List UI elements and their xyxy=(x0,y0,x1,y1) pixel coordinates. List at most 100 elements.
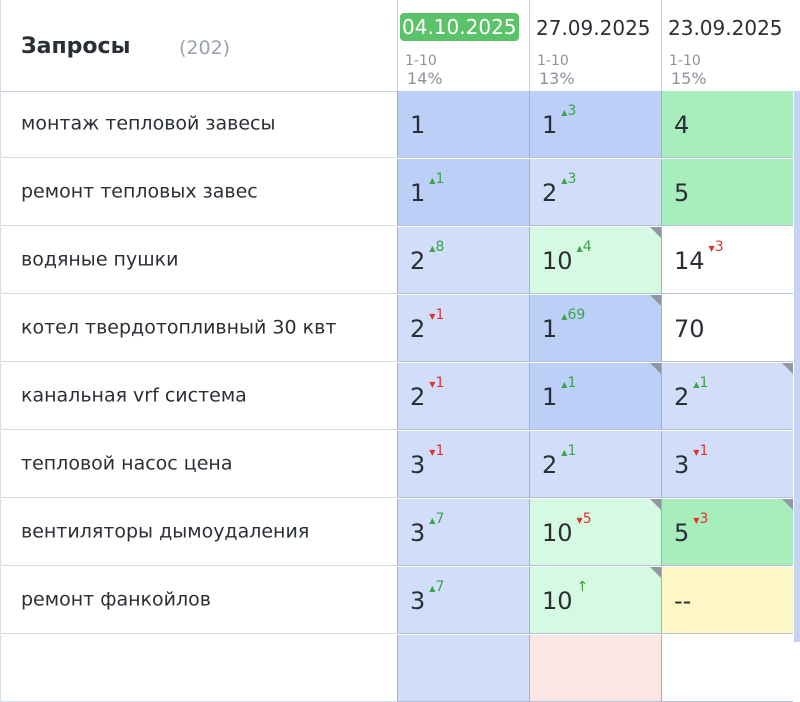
date-column-header-1[interactable]: 27.09.2025 1-10 13% xyxy=(529,0,662,92)
position-cell[interactable]: 3 ▼1 xyxy=(397,431,529,498)
table-row: канальная vrf система 2 ▼1 1 ▲1 2 ▲1 xyxy=(0,363,800,430)
query-cell[interactable]: ремонт фанкойлов xyxy=(0,567,396,634)
position-cell[interactable]: 5 ▼3 xyxy=(661,499,793,566)
position-cell[interactable]: 1 ▲3 xyxy=(529,91,661,158)
position-value: 14 ▼3 xyxy=(674,239,724,275)
query-cell[interactable]: водяные пушки xyxy=(0,227,396,294)
position-cell[interactable]: 2 ▲1 xyxy=(529,431,661,498)
corner-flag-icon xyxy=(650,567,661,578)
position-value: 2 ▲8 xyxy=(410,239,444,275)
date-column-header-0[interactable]: 04.10.2025 1-10 14% xyxy=(397,0,530,92)
position-cell[interactable]: 10 ↑ xyxy=(529,567,661,634)
query-text: канальная vrf система xyxy=(21,384,247,407)
delta-value: 5 xyxy=(582,511,592,527)
position-number: 1 xyxy=(542,111,558,139)
query-cell[interactable]: тепловой насос цена xyxy=(0,431,396,498)
delta-up: ▲1 xyxy=(693,375,708,391)
position-value: 10 ↑ xyxy=(542,579,588,615)
date-percent: 14% xyxy=(407,69,443,88)
delta-up: ▲1 xyxy=(561,375,576,391)
delta-value: 1 xyxy=(435,375,445,391)
delta-value: 69 xyxy=(567,307,586,323)
position-cell[interactable]: 2 ▲8 xyxy=(397,227,529,294)
position-cell[interactable]: -- xyxy=(661,567,793,634)
position-cell[interactable] xyxy=(529,635,661,702)
position-cell[interactable]: 2 ▼1 xyxy=(397,295,529,362)
position-cell[interactable]: 3 ▲7 xyxy=(397,499,529,566)
position-cell[interactable]: 10 ▲4 xyxy=(529,227,661,294)
position-value: 3 ▲7 xyxy=(410,579,444,615)
delta-up: ▲7 xyxy=(429,579,444,595)
position-cell[interactable]: 10 ▼5 xyxy=(529,499,661,566)
position-number: 1 xyxy=(410,179,426,207)
position-cell[interactable]: 2 ▲3 xyxy=(529,159,661,226)
position-cell[interactable]: 5 xyxy=(661,159,793,226)
table-row: водяные пушки 2 ▲8 10 ▲4 14 ▼3 xyxy=(0,227,800,294)
query-text: ремонт тепловых завес xyxy=(21,180,258,203)
position-number: 10 xyxy=(542,587,573,615)
position-cell[interactable]: 1 xyxy=(397,91,529,158)
position-value: 1 xyxy=(410,111,425,139)
position-value: 4 xyxy=(674,111,689,139)
delta-down: ▼1 xyxy=(429,375,444,391)
query-cell[interactable]: котел твердотопливный 30 квт xyxy=(0,295,396,362)
delta-value: 7 xyxy=(435,511,445,527)
position-number: 3 xyxy=(410,587,426,615)
page-title: Запросы xyxy=(21,34,131,59)
query-cell[interactable]: монтаж тепловой завесы xyxy=(0,91,396,158)
position-number: 14 xyxy=(674,247,705,275)
position-value: 10 ▼5 xyxy=(542,511,592,547)
position-cell[interactable]: 2 ▼1 xyxy=(397,363,529,430)
delta-down: ▼3 xyxy=(693,511,708,527)
delta-down: ▼1 xyxy=(693,443,708,459)
query-cell[interactable]: канальная vrf система xyxy=(0,363,396,430)
position-value: 1 ▲1 xyxy=(542,375,576,411)
position-value: 1 ▲3 xyxy=(542,103,576,139)
delta-up: ▲8 xyxy=(429,239,444,255)
position-cell[interactable]: 1 ▲1 xyxy=(529,363,661,430)
query-cell[interactable] xyxy=(0,635,396,702)
date-column-header-2[interactable]: 23.09.2025 1-10 15% xyxy=(661,0,794,92)
delta-up: ▲4 xyxy=(577,239,592,255)
date-label: 23.09.2025 xyxy=(668,16,783,40)
delta-value: ↑ xyxy=(576,579,589,595)
position-number: 1 xyxy=(542,315,558,343)
position-number: 2 xyxy=(674,383,690,411)
delta-up: ▲1 xyxy=(561,443,576,459)
position-value: 1 ▲1 xyxy=(410,171,444,207)
position-cell[interactable]: 70 xyxy=(661,295,793,362)
query-text: водяные пушки xyxy=(21,248,179,271)
position-value: 2 ▼1 xyxy=(410,375,444,411)
date-label: 27.09.2025 xyxy=(536,16,651,40)
delta-up: ▲69 xyxy=(561,307,585,323)
position-number: 70 xyxy=(674,315,705,343)
corner-flag-icon xyxy=(650,295,661,306)
position-number: 3 xyxy=(674,451,690,479)
table-row-partial xyxy=(0,635,800,702)
corner-flag-icon xyxy=(650,227,661,238)
date-percent: 13% xyxy=(539,69,575,88)
position-value: -- xyxy=(674,587,691,615)
position-cell[interactable]: 3 ▼1 xyxy=(661,431,793,498)
delta-value: 1 xyxy=(435,171,445,187)
position-cell[interactable]: 2 ▲1 xyxy=(661,363,793,430)
position-cell[interactable]: 14 ▼3 xyxy=(661,227,793,294)
position-number: 2 xyxy=(542,179,558,207)
position-cell[interactable]: 3 ▲7 xyxy=(397,567,529,634)
position-cell[interactable]: 1 ▲1 xyxy=(397,159,529,226)
position-cell[interactable] xyxy=(661,635,793,702)
corner-flag-icon xyxy=(650,499,661,510)
delta-value: 1 xyxy=(435,307,445,323)
position-value: 3 ▼1 xyxy=(674,443,708,479)
position-number: 2 xyxy=(410,383,426,411)
query-cell[interactable]: вентиляторы дымоудаления xyxy=(0,499,396,566)
delta-value: 1 xyxy=(567,443,577,459)
position-cell[interactable]: 4 xyxy=(661,91,793,158)
delta-value: 1 xyxy=(699,443,709,459)
query-text: котел твердотопливный 30 квт xyxy=(21,316,337,339)
query-cell[interactable]: ремонт тепловых завес xyxy=(0,159,396,226)
position-cell[interactable] xyxy=(397,635,529,702)
position-value: 5 ▼3 xyxy=(674,511,708,547)
delta-value: 4 xyxy=(582,239,592,255)
position-cell[interactable]: 1 ▲69 xyxy=(529,295,661,362)
